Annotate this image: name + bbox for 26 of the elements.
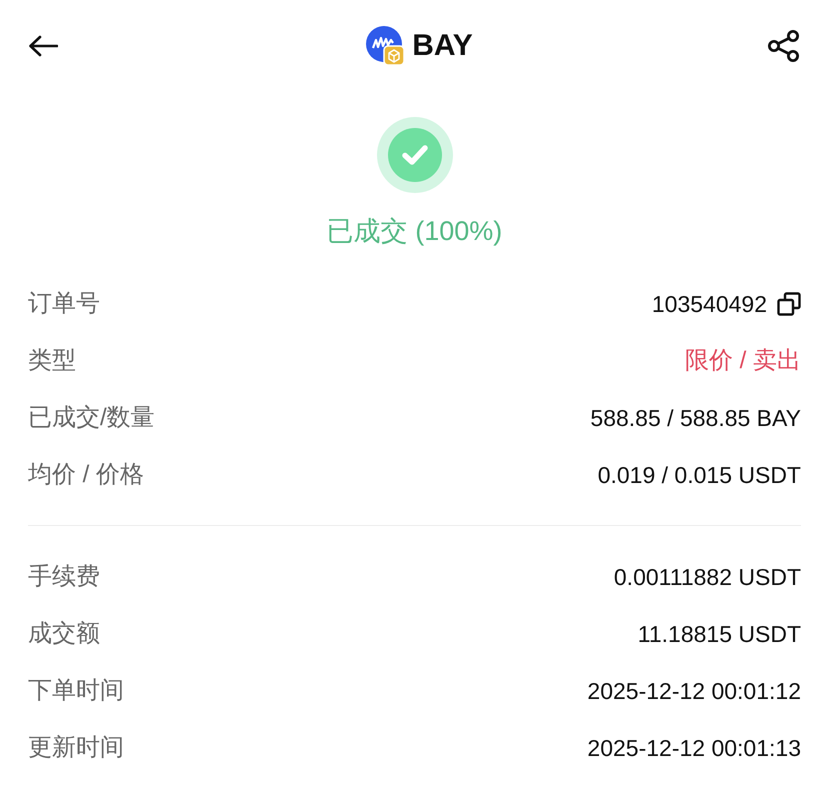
field-value: 0.019 / 0.015 USDT <box>598 460 801 490</box>
field-value: 11.18815 USDT <box>638 620 801 648</box>
coin-logo-icon <box>366 26 406 66</box>
field-label: 类型 <box>28 346 76 376</box>
field-label: 已成交/数量 <box>28 402 155 432</box>
field-label: 订单号 <box>28 288 100 318</box>
field-label: 成交额 <box>28 618 100 648</box>
field-value: 0.00111882 USDT <box>614 562 801 592</box>
order-number: 103540492 <box>652 290 767 318</box>
page-title: BAY <box>412 28 473 64</box>
field-value: 588.85 / 588.85 BAY <box>590 404 801 432</box>
field-label: 更新时间 <box>28 732 124 762</box>
back-button[interactable] <box>28 35 58 57</box>
field-label: 均价 / 价格 <box>28 460 144 490</box>
order-status: 已成交 (100%) <box>326 215 502 248</box>
share-icon <box>767 29 801 63</box>
field-label: 手续费 <box>28 562 100 592</box>
field-value: 2025-12-12 00:01:12 <box>587 676 801 706</box>
field-label: 下单时间 <box>28 676 124 706</box>
copy-button[interactable] <box>777 292 801 316</box>
copy-icon <box>777 292 801 316</box>
order-type-value: 限价 / 卖出 <box>684 346 801 376</box>
field-value: 2025-12-12 00:01:13 <box>587 734 801 762</box>
back-arrow-icon <box>28 35 58 57</box>
share-button[interactable] <box>767 29 801 63</box>
success-check-icon <box>376 117 452 193</box>
